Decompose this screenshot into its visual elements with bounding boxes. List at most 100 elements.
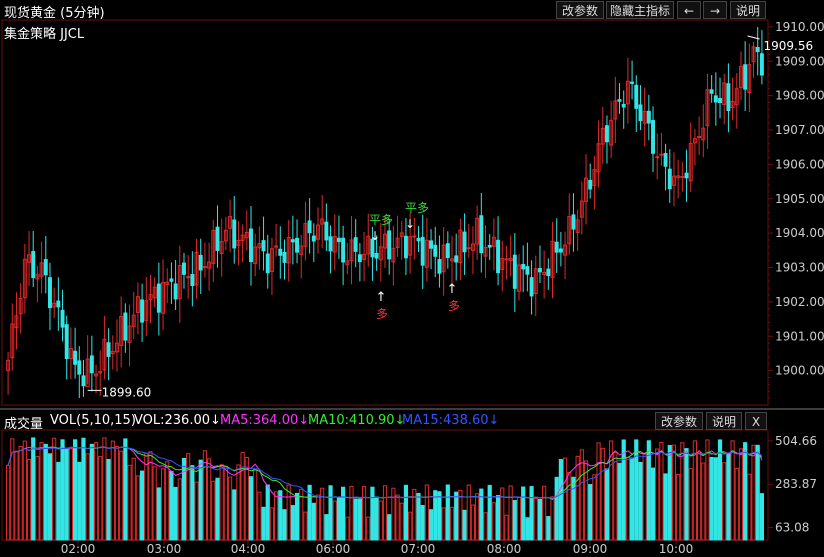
- volume-bar: [596, 442, 601, 541]
- candle-body: [190, 274, 195, 287]
- volume-bar: [93, 442, 99, 541]
- volume-bar: [207, 458, 212, 541]
- volume-bar: [663, 473, 668, 541]
- volume-bar: [332, 500, 337, 541]
- volume-bar: [177, 478, 182, 541]
- low-price-label: 1899.60: [102, 385, 152, 399]
- volume-bar: [504, 514, 509, 541]
- candle-body: [48, 277, 52, 309]
- volume-bar: [617, 462, 622, 541]
- candle-body: [173, 283, 178, 300]
- candle-body: [697, 136, 702, 139]
- volume-bar: [629, 457, 635, 541]
- volume-bar: [140, 470, 145, 541]
- volume-bar: [588, 484, 593, 541]
- volume-bar: [35, 456, 40, 541]
- volume-bar: [349, 485, 354, 541]
- time-axis-label: 10:00: [659, 542, 694, 556]
- volume-bar: [734, 467, 739, 541]
- volume-axis-label: 63.08: [775, 521, 809, 535]
- volume-bar: [521, 486, 526, 541]
- candle-body: [655, 156, 660, 159]
- candle-body: [546, 268, 551, 277]
- volume-bar: [290, 505, 295, 541]
- volume-bar: [420, 505, 425, 541]
- volume-title: 成交量: [4, 417, 44, 432]
- price-axis-label: 1909.00: [775, 54, 824, 68]
- ma5-value: MA5:364.00↓: [220, 413, 310, 428]
- volume-bar: [684, 448, 689, 541]
- volume-bar: [303, 511, 308, 541]
- candle-body: [416, 237, 421, 242]
- volume-bar: [680, 442, 685, 541]
- volume-bar: [311, 502, 316, 541]
- volume-bar: [428, 509, 434, 541]
- volume-bar: [751, 444, 756, 541]
- volume-bar: [395, 494, 400, 541]
- volume-bar: [466, 484, 471, 541]
- volume-bar: [232, 489, 237, 541]
- volume-axis-label: 504.66: [775, 434, 817, 448]
- time-axis-label: 09:00: [573, 542, 608, 556]
- volume-bar: [701, 462, 706, 541]
- price-axis-label: 1906.00: [775, 157, 824, 171]
- volume-bar: [491, 502, 496, 541]
- candle-body: [328, 236, 333, 252]
- volume-edit-params-button[interactable]: 改参数: [655, 412, 703, 430]
- ma15-value: MA15:438.60↓: [402, 413, 500, 428]
- volume-bar: [248, 476, 254, 541]
- candle-body: [60, 309, 65, 328]
- candle-body: [311, 235, 316, 242]
- volume-bar: [659, 442, 664, 541]
- volume-bar: [274, 491, 279, 541]
- volume-bar: [110, 440, 115, 541]
- candle-body: [290, 239, 295, 243]
- volume-bar: [257, 491, 262, 541]
- candle-body: [43, 259, 48, 276]
- volume-help-button[interactable]: 说明: [706, 412, 742, 430]
- volume-bar: [458, 489, 463, 541]
- candle-body: [454, 255, 459, 263]
- volume-bar: [722, 462, 727, 541]
- volume-bar: [73, 439, 78, 541]
- volume-bar: [747, 473, 752, 541]
- long-signal: 多: [376, 307, 388, 321]
- volume-bar: [529, 486, 534, 541]
- volume-bar: [416, 492, 421, 541]
- volume-bar: [26, 458, 32, 541]
- candle-body: [667, 168, 672, 190]
- candle-body: [726, 83, 731, 112]
- volume-bar: [236, 464, 241, 541]
- candle-body: [621, 103, 626, 108]
- volume-bar: [625, 456, 630, 541]
- volume-bar: [68, 448, 74, 541]
- volume-bar: [123, 438, 128, 541]
- volume-bar: [399, 502, 404, 541]
- candle-body: [529, 277, 534, 297]
- candle-body: [56, 300, 61, 308]
- candle-body: [341, 237, 346, 263]
- volume-bar: [227, 476, 233, 541]
- candle-body: [755, 46, 760, 53]
- candle-body: [663, 153, 668, 167]
- time-axis-label: 02:00: [61, 542, 96, 556]
- candle-body: [604, 125, 609, 143]
- price-axis-label: 1900.00: [775, 364, 824, 378]
- volume-bar: [575, 455, 580, 541]
- candle-body: [249, 228, 253, 263]
- volume-bar: [613, 451, 618, 541]
- volume-axis-label: 283.87: [775, 477, 817, 491]
- volume-bar: [89, 443, 94, 541]
- candle-body: [759, 53, 764, 76]
- candle-body: [31, 251, 36, 279]
- volume-bar: [22, 440, 27, 541]
- volume-bar: [676, 474, 681, 541]
- volume-bar: [131, 457, 136, 541]
- volume-bar: [650, 467, 656, 541]
- candle-body: [357, 254, 362, 263]
- volume-bar: [282, 509, 287, 541]
- candle-body: [504, 258, 509, 261]
- volume-close-button[interactable]: X: [745, 412, 767, 430]
- volume-bar: [253, 468, 258, 541]
- volume-bar: [156, 487, 161, 541]
